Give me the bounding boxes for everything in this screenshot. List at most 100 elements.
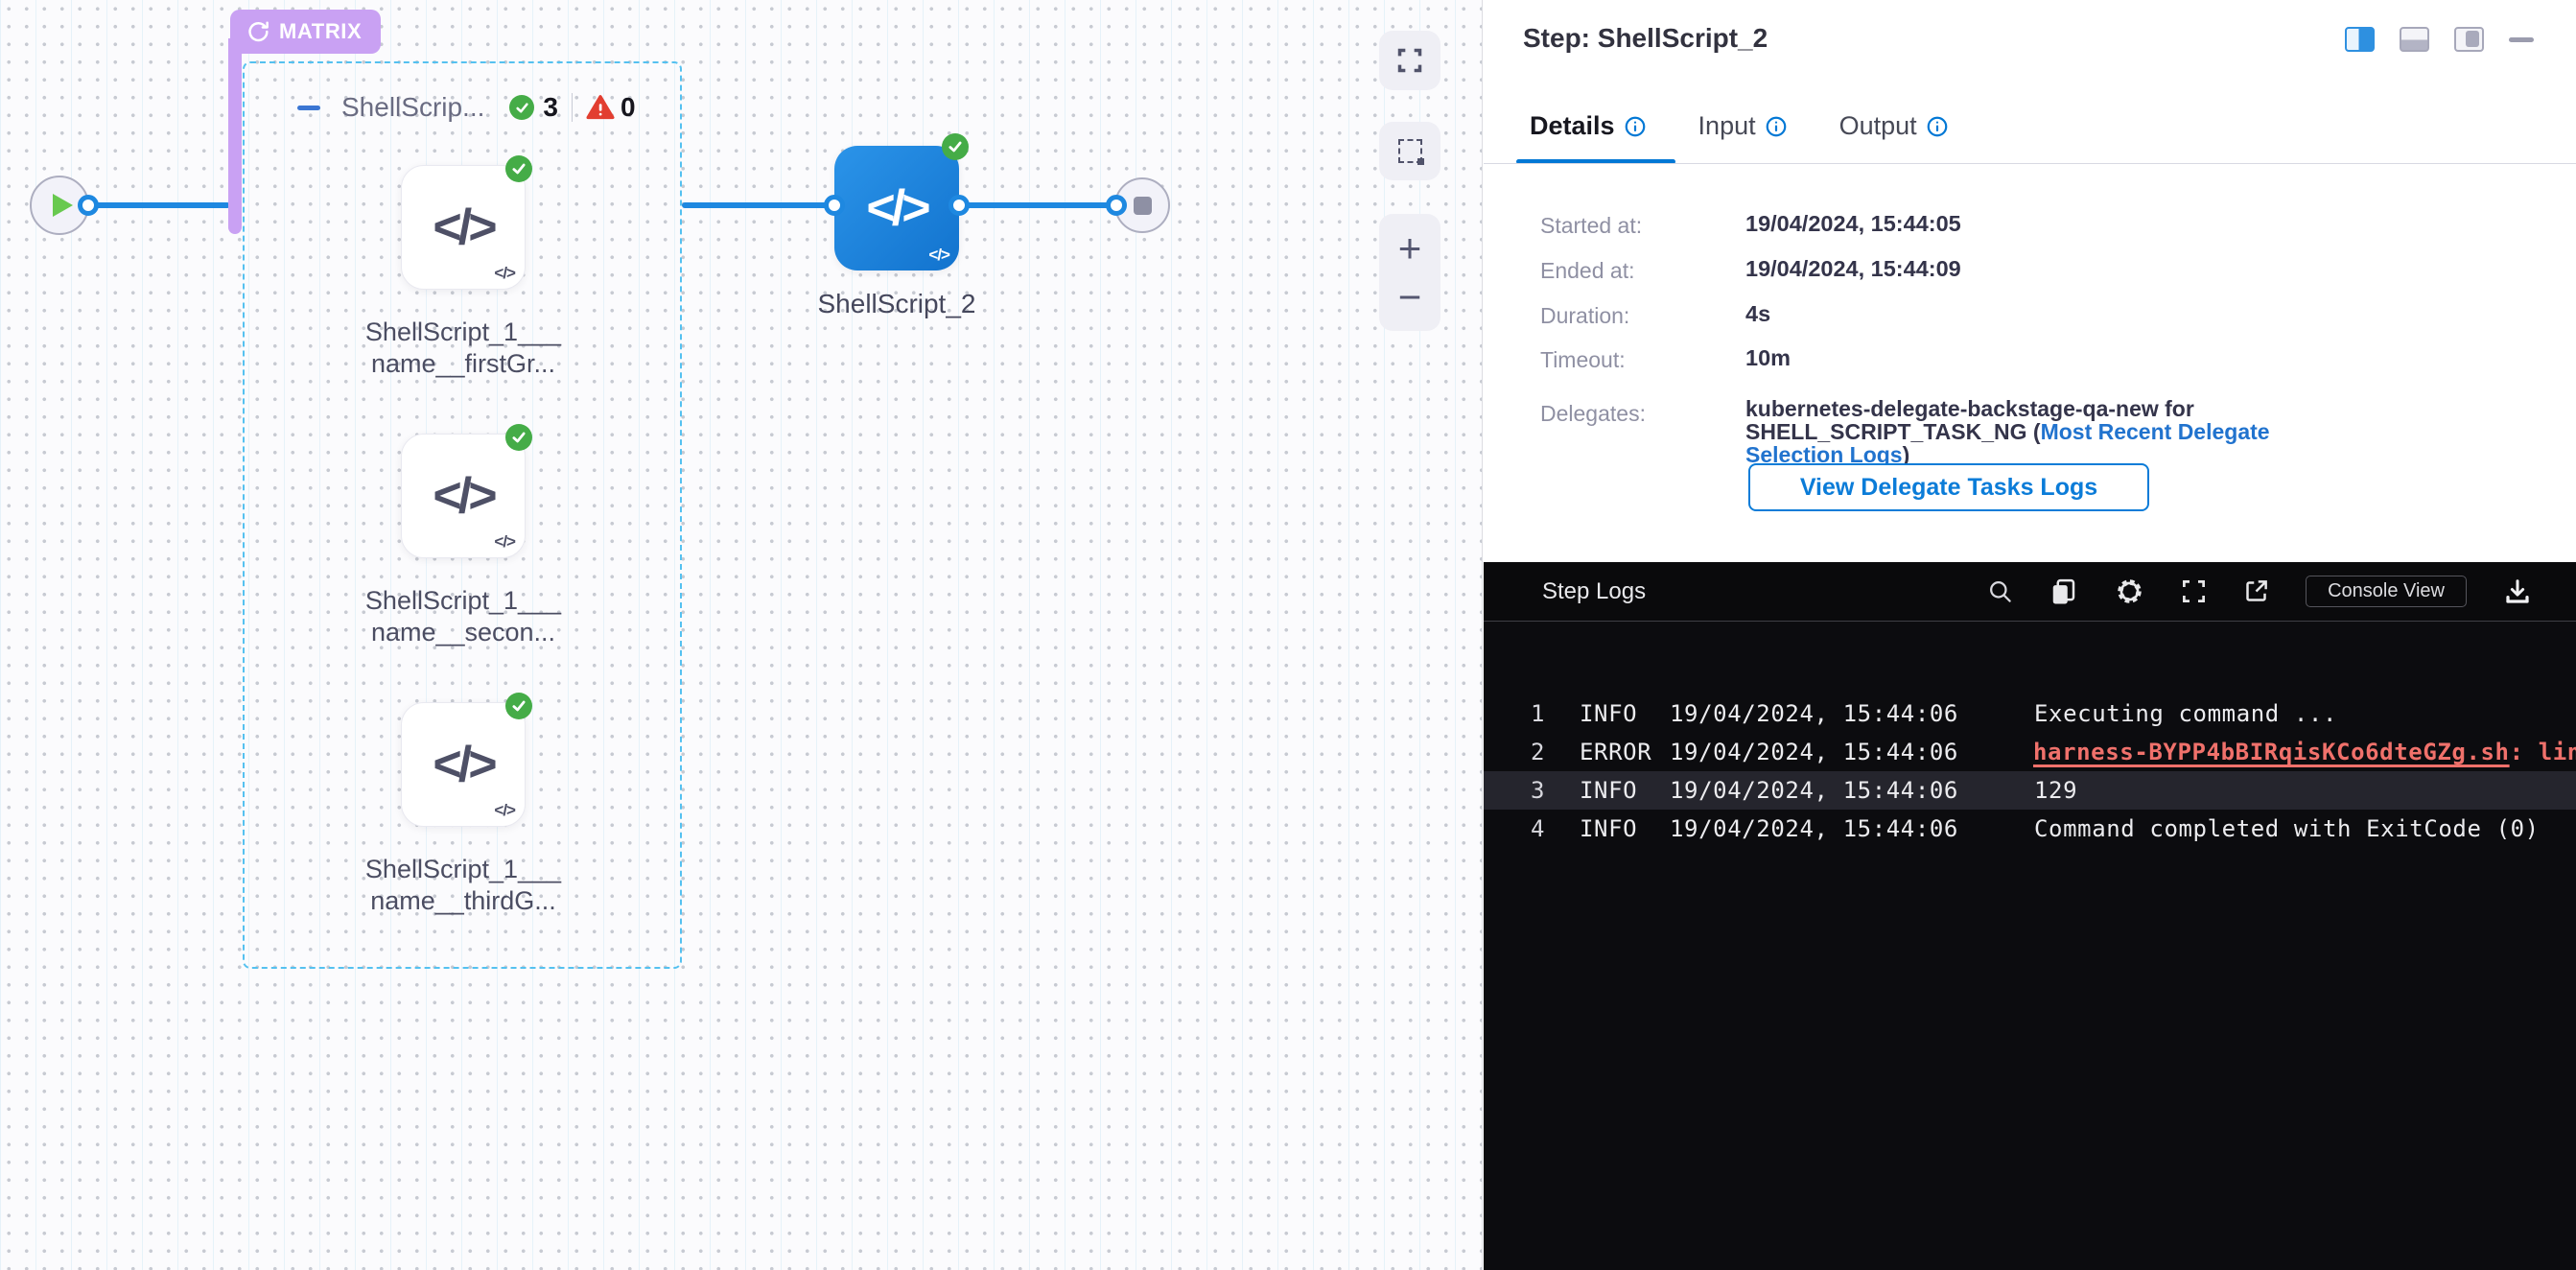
pipeline-canvas[interactable]: MATRIX ShellScrip... 3: [0, 0, 1483, 1270]
log-line-number: 4: [1520, 815, 1545, 842]
success-check-icon: [505, 155, 532, 182]
info-icon[interactable]: [1625, 116, 1646, 137]
log-level: INFO: [1580, 815, 1649, 842]
detail-label: Started at:: [1540, 213, 1642, 239]
panel-tabs: Details Input Output: [1530, 111, 2001, 141]
detail-label: Duration:: [1540, 303, 1629, 329]
panel-layout-controls: [2345, 27, 2534, 52]
log-level: INFO: [1580, 777, 1649, 804]
log-line-number: 3: [1520, 777, 1545, 804]
canvas-marquee-select-button[interactable]: [1379, 122, 1440, 180]
shell-script-icon: </>: [433, 736, 493, 793]
step-node-shellscript1-third[interactable]: </> </>: [401, 702, 526, 827]
canvas-zoom-controls: + −: [1379, 214, 1440, 331]
log-message: harness-BYPP4bBIRqisKCo6dteGZg.sh: line: [2033, 739, 2576, 765]
step-details-panel: Step: ShellScript_2 Details Input: [1484, 0, 2576, 1270]
log-line-number: 2: [1520, 739, 1545, 765]
success-check-icon: [509, 95, 534, 120]
tab-output[interactable]: Output: [1839, 111, 1948, 141]
matrix-success-chip: 3: [509, 92, 558, 123]
step-logs-header: Step Logs: [1484, 562, 2576, 622]
matrix-group-title: ShellScrip...: [341, 92, 484, 123]
log-line[interactable]: 2 ERROR 19/04/2024, 15:44:06 harness-BYP…: [1484, 733, 2576, 771]
matrix-strip: [228, 38, 242, 234]
success-check-icon: [505, 424, 532, 451]
search-icon[interactable]: [1987, 578, 2013, 604]
step-node-shellscript1-first[interactable]: </> </>: [401, 165, 526, 290]
success-check-icon: [942, 133, 969, 160]
step-node-label: ShellScript_2: [762, 288, 1031, 319]
step-node-shellscript1-second[interactable]: </> </>: [401, 434, 526, 558]
step-node-label: ShellScript_1___ name__firstGr...: [329, 317, 597, 380]
info-icon[interactable]: [1766, 116, 1787, 137]
step-node-shellscript2[interactable]: </> </>: [834, 146, 959, 270]
matrix-success-count: 3: [543, 92, 558, 123]
split-view-toggle-icon[interactable]: [2345, 27, 2375, 52]
floating-view-toggle-icon[interactable]: [2454, 27, 2484, 52]
step-node-label: ShellScript_1___ name__secon...: [329, 585, 597, 648]
log-line-highlighted[interactable]: 3 INFO 19/04/2024, 15:44:06 129: [1484, 771, 2576, 810]
view-delegate-tasks-logs-button[interactable]: View Delegate Tasks Logs: [1748, 463, 2149, 511]
download-icon[interactable]: [2503, 577, 2532, 606]
shell-script-mini-icon: </>: [494, 264, 515, 283]
log-level: ERROR: [1580, 739, 1649, 765]
detail-label: Timeout:: [1540, 347, 1626, 373]
log-line[interactable]: 1 INFO 19/04/2024, 15:44:06 Executing co…: [1484, 694, 2576, 733]
zoom-out-button[interactable]: −: [1398, 277, 1422, 318]
step-logs-output[interactable]: 1 INFO 19/04/2024, 15:44:06 Executing co…: [1484, 622, 2576, 1270]
connector-dot: [1106, 195, 1127, 216]
external-link-icon[interactable]: [2243, 578, 2269, 604]
expand-fullscreen-icon[interactable]: [2181, 578, 2207, 604]
log-timestamp: 19/04/2024, 15:44:06: [1670, 815, 1959, 842]
log-message: 129: [2034, 777, 2077, 804]
panel-title: Step: ShellScript_2: [1523, 23, 1768, 54]
matrix-failure-chip: 0: [586, 92, 636, 123]
matrix-badge-label: MATRIX: [279, 19, 362, 44]
log-line-number: 1: [1520, 700, 1545, 727]
bottom-view-toggle-icon[interactable]: [2400, 27, 2429, 52]
fullscreen-icon: [1396, 47, 1423, 74]
edge-start-to-matrix: [88, 202, 230, 208]
matrix-group-header: ShellScrip... 3 0: [297, 92, 636, 123]
divider: [572, 93, 573, 122]
marquee-select-icon: [1398, 139, 1422, 163]
delegates-value: kubernetes-delegate-backstage-qa-new for…: [1745, 397, 2302, 466]
success-check-icon: [505, 693, 532, 719]
detail-value: 19/04/2024, 15:44:05: [1745, 211, 1961, 237]
error-script-link[interactable]: harness-BYPP4bBIRqisKCo6dteGZg.sh: [2033, 739, 2510, 765]
copy-icon[interactable]: [2049, 577, 2078, 606]
step-logs-actions: Console View: [1987, 576, 2532, 607]
play-icon: [53, 194, 73, 217]
shell-script-mini-icon: </>: [928, 246, 949, 265]
console-view-button[interactable]: Console View: [2306, 576, 2467, 607]
matrix-badge[interactable]: MATRIX: [230, 10, 381, 54]
log-timestamp: 19/04/2024, 15:44:06: [1670, 739, 1958, 765]
connector-dot: [948, 195, 970, 216]
tab-details[interactable]: Details: [1530, 111, 1646, 141]
loop-icon: [246, 19, 270, 44]
pipeline-execution-screen: MATRIX ShellScrip... 3: [0, 0, 2576, 1270]
log-level: INFO: [1580, 700, 1649, 727]
edge-matrix-to-step: [682, 202, 835, 208]
divider: [1484, 163, 2576, 164]
minimize-panel-icon[interactable]: [2509, 37, 2534, 42]
log-line[interactable]: 4 INFO 19/04/2024, 15:44:06 Command comp…: [1484, 810, 2576, 848]
warning-triangle-icon: [586, 94, 615, 121]
shell-script-icon: </>: [433, 467, 493, 525]
shell-script-icon: </>: [433, 199, 493, 256]
detail-value: 10m: [1745, 345, 1791, 371]
shell-script-icon: </>: [866, 179, 926, 237]
matrix-failure-count: 0: [621, 92, 636, 123]
canvas-fullscreen-button[interactable]: [1379, 31, 1440, 90]
settings-gear-icon[interactable]: [2115, 576, 2144, 606]
zoom-in-button[interactable]: +: [1398, 228, 1422, 269]
log-timestamp: 19/04/2024, 15:44:06: [1670, 700, 1959, 727]
shell-script-mini-icon: </>: [494, 801, 515, 820]
log-timestamp: 19/04/2024, 15:44:06: [1670, 777, 1959, 804]
detail-value: 4s: [1745, 301, 1770, 327]
tab-input[interactable]: Input: [1698, 111, 1787, 141]
detail-label: Delegates:: [1540, 401, 1646, 427]
detail-value: 19/04/2024, 15:44:09: [1745, 256, 1961, 282]
info-icon[interactable]: [1927, 116, 1948, 137]
collapse-matrix-icon[interactable]: [297, 106, 320, 110]
